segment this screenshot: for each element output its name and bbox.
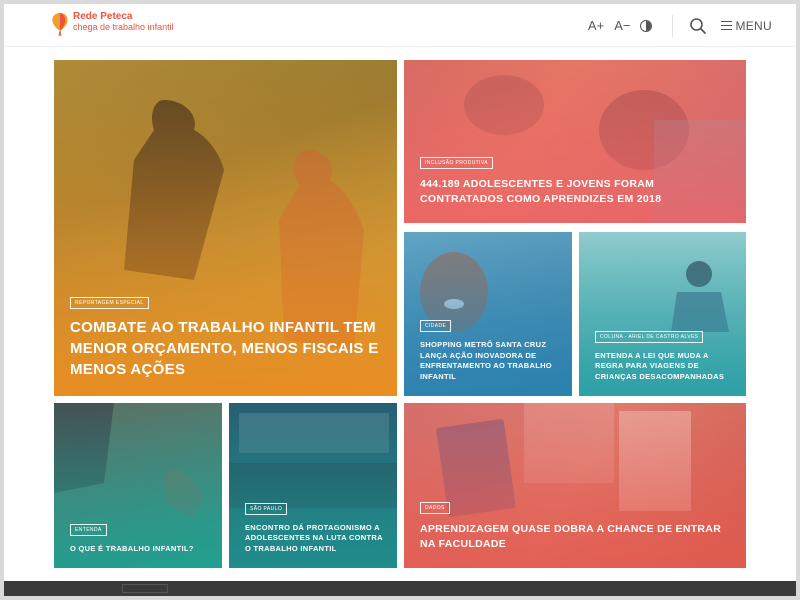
card-headline[interactable]: SHOPPING METRÔ SANTA CRUZ LANÇA AÇÃO INO… bbox=[420, 340, 560, 382]
menu-button[interactable]: MENU bbox=[721, 19, 772, 33]
brand-name: Rede Peteca bbox=[73, 11, 133, 22]
site-footer bbox=[4, 581, 796, 596]
card-headline[interactable]: O QUE É TRABALHO INFANTIL? bbox=[70, 544, 210, 555]
brand-tagline: chega de trabalho infantil bbox=[73, 22, 174, 32]
page-frame: Rede Peteca chega de trabalho infantil A… bbox=[4, 4, 796, 596]
card-tag[interactable]: REPORTAGEM ESPECIAL bbox=[70, 297, 149, 309]
card-headline[interactable]: APRENDIZAGEM QUASE DOBRA A CHANCE DE ENT… bbox=[420, 522, 732, 552]
balloon-logo-icon bbox=[50, 11, 70, 37]
card-tag[interactable]: INCLUSÃO PRODUTIVA bbox=[420, 157, 493, 169]
feature-card-bottom-1[interactable]: ENTENDA O QUE É TRABALHO INFANTIL? bbox=[54, 403, 222, 568]
card-tag[interactable]: COLUNA - ARIEL DE CASTRO ALVES bbox=[595, 330, 704, 343]
font-increase-button[interactable]: A+ bbox=[588, 18, 604, 33]
feature-card-mid-right[interactable]: COLUNA - ARIEL DE CASTRO ALVES ENTENDA A… bbox=[579, 232, 746, 396]
site-logo[interactable]: Rede Peteca chega de trabalho infantil bbox=[50, 11, 174, 37]
contrast-icon[interactable] bbox=[640, 19, 653, 32]
footer-control bbox=[122, 584, 168, 593]
header-divider bbox=[672, 14, 674, 37]
card-tag[interactable]: ENTENDA bbox=[70, 523, 107, 536]
feature-card-main[interactable]: REPORTAGEM ESPECIAL COMBATE AO TRABALHO … bbox=[54, 60, 397, 396]
card-content: INCLUSÃO PRODUTIVA 444.189 ADOLESCENTES … bbox=[420, 151, 732, 207]
card-content: SÃO PAULO ENCONTRO DÁ PROTAGONISMO A ADO… bbox=[245, 497, 385, 555]
feature-card-bottom-3[interactable]: DADOS APRENDIZAGEM QUASE DOBRA A CHANCE … bbox=[404, 403, 746, 568]
card-content: CIDADE SHOPPING METRÔ SANTA CRUZ LANÇA A… bbox=[420, 314, 560, 382]
card-tag[interactable]: DADOS bbox=[420, 502, 450, 514]
card-content: DADOS APRENDIZAGEM QUASE DOBRA A CHANCE … bbox=[420, 496, 732, 552]
card-headline[interactable]: ENCONTRO DÁ PROTAGONISMO A ADOLESCENTES … bbox=[245, 523, 385, 555]
header-tools: A+ A− MENU bbox=[588, 4, 796, 47]
font-decrease-button[interactable]: A− bbox=[614, 18, 630, 33]
feature-card-mid-left[interactable]: CIDADE SHOPPING METRÔ SANTA CRUZ LANÇA A… bbox=[404, 232, 572, 396]
search-icon[interactable] bbox=[689, 17, 707, 35]
card-headline[interactable]: COMBATE AO TRABALHO INFANTIL TEM MENOR O… bbox=[70, 317, 383, 380]
card-tag[interactable]: SÃO PAULO bbox=[245, 502, 288, 515]
card-content: COLUNA - ARIEL DE CASTRO ALVES ENTENDA A… bbox=[595, 325, 736, 383]
card-headline[interactable]: ENTENDA A LEI QUE MUDA A REGRA PARA VIAG… bbox=[595, 351, 736, 383]
site-header: Rede Peteca chega de trabalho infantil A… bbox=[4, 4, 796, 47]
feature-card-top-right[interactable]: INCLUSÃO PRODUTIVA 444.189 ADOLESCENTES … bbox=[404, 60, 746, 223]
feature-card-bottom-2[interactable]: SÃO PAULO ENCONTRO DÁ PROTAGONISMO A ADO… bbox=[229, 403, 397, 568]
card-headline[interactable]: 444.189 ADOLESCENTES E JOVENS FORAM CONT… bbox=[420, 177, 732, 207]
logo-text: Rede Peteca chega de trabalho infantil bbox=[73, 11, 174, 33]
hamburger-icon bbox=[721, 21, 733, 30]
menu-label: MENU bbox=[735, 18, 772, 33]
card-content: ENTENDA O QUE É TRABALHO INFANTIL? bbox=[70, 518, 210, 555]
card-content: REPORTAGEM ESPECIAL COMBATE AO TRABALHO … bbox=[70, 291, 383, 380]
card-tag[interactable]: CIDADE bbox=[420, 320, 452, 332]
